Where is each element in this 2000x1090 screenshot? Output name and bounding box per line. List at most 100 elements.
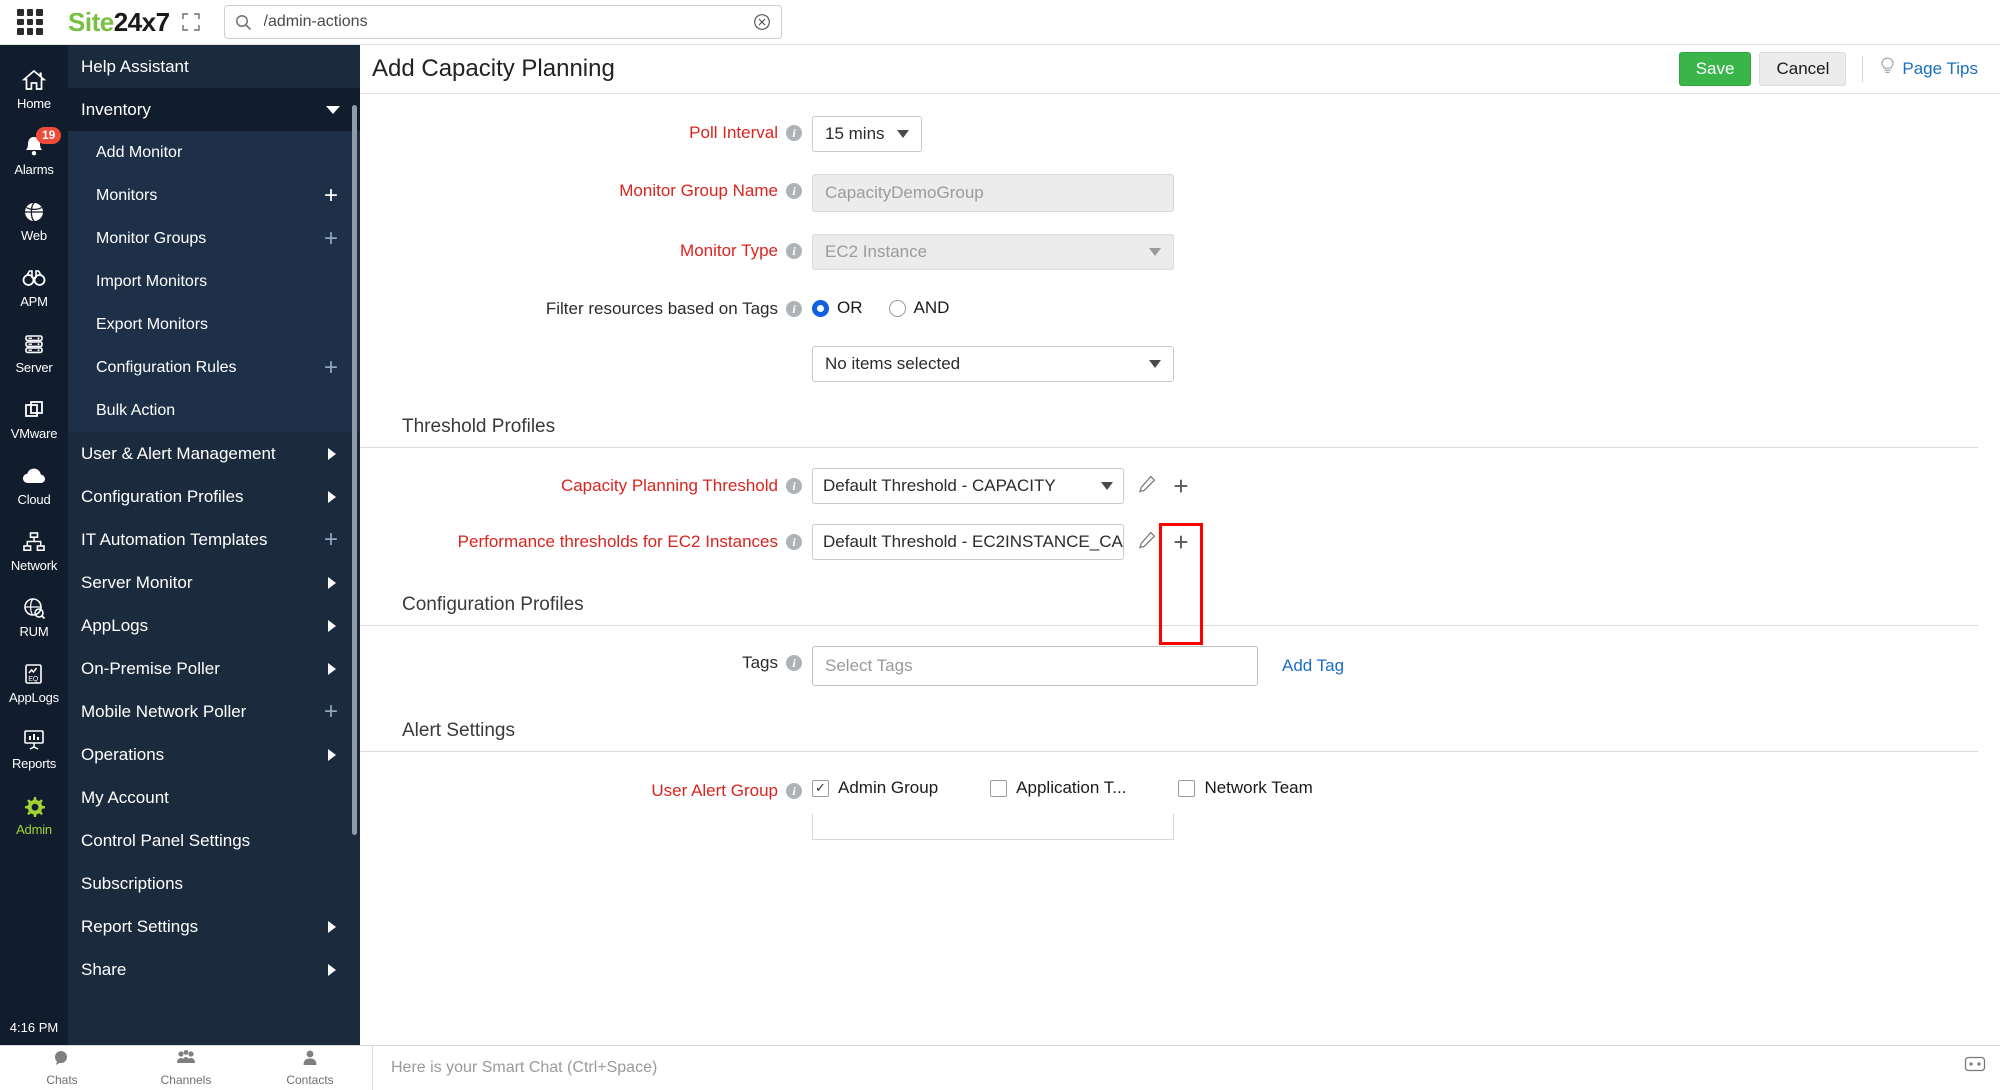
chat-tab-contacts[interactable]: Contacts (248, 1049, 372, 1087)
rail-item-alarms[interactable]: 19Alarms (0, 121, 68, 187)
svg-text:EQ: EQ (28, 676, 39, 683)
sidebar-item-on-premise-poller[interactable]: On-Premise Poller (68, 647, 360, 690)
rail-item-label: VMware (11, 426, 57, 441)
monitor-group-name-input[interactable]: CapacityDemoGroup (812, 174, 1174, 212)
info-icon[interactable]: i (786, 783, 802, 799)
sidebar-item-export-monitors[interactable]: Export Monitors (68, 303, 360, 346)
sidebar-item-help-assistant[interactable]: Help Assistant (68, 45, 360, 88)
rail-item-server[interactable]: Server (0, 319, 68, 385)
capacity-planning-threshold-select[interactable]: Default Threshold - CAPACITY (812, 468, 1124, 504)
page-tips-link[interactable]: Page Tips (1902, 59, 1978, 79)
subnav-scrollbar[interactable] (352, 105, 357, 835)
field-tags: Tags i Select Tags Add Tag (360, 646, 2000, 686)
rail-item-home[interactable]: Home (0, 55, 68, 121)
sidebar-item-add-monitor[interactable]: Add Monitor (68, 131, 360, 174)
sidebar-item-inventory[interactable]: Inventory (68, 88, 360, 131)
add-icon[interactable]: + (324, 533, 338, 547)
info-icon[interactable]: i (786, 301, 802, 317)
sidebar-item-share[interactable]: Share (68, 948, 360, 991)
rail-item-network[interactable]: Network (0, 517, 68, 583)
monitor-type-select[interactable]: EC2 Instance (812, 234, 1174, 270)
add-icon[interactable]: + (324, 705, 338, 719)
sidebar-item-applogs[interactable]: AppLogs (68, 604, 360, 647)
tag-filter-select[interactable]: No items selected (812, 346, 1174, 382)
chat-tab-chats[interactable]: Chats (0, 1049, 124, 1087)
expand-icon[interactable] (180, 11, 202, 33)
sidebar-item-user-alert-management[interactable]: User & Alert Management (68, 432, 360, 475)
chevron-down-icon (1149, 248, 1161, 256)
add-icon[interactable]: + (324, 361, 338, 375)
sidebar-item-monitor-groups[interactable]: Monitor Groups + (68, 217, 360, 260)
sidebar-item-label: Add Monitor (96, 144, 182, 162)
radio-or[interactable] (812, 300, 829, 317)
rail-item-applogs[interactable]: EQAppLogs (0, 649, 68, 715)
page-title: Add Capacity Planning (372, 55, 1679, 83)
search-input[interactable] (262, 12, 753, 32)
channels-icon (175, 1049, 197, 1072)
rail-item-label: Server (15, 360, 52, 375)
sidebar-item-import-monitors[interactable]: Import Monitors (68, 260, 360, 303)
rail-item-reports[interactable]: Reports (0, 715, 68, 781)
sidebar-item-monitors[interactable]: Monitors+ (68, 174, 360, 217)
clear-search-icon[interactable] (753, 13, 771, 31)
sidebar-item-server-monitor[interactable]: Server Monitor (68, 561, 360, 604)
sidebar-item-operations[interactable]: Operations (68, 733, 360, 776)
rail-item-admin[interactable]: Admin (0, 781, 68, 847)
home-icon (21, 66, 47, 92)
sidebar-item-label: Monitor Groups (96, 230, 206, 248)
rail-item-cloud[interactable]: Cloud (0, 451, 68, 517)
alert-group-dropdown-edge[interactable] (812, 814, 1174, 840)
tag-filter-value: No items selected (825, 354, 960, 374)
sidebar-item-it-automation-templates[interactable]: IT Automation Templates+ (68, 518, 360, 561)
info-icon[interactable]: i (786, 243, 802, 259)
sidebar-item-bulk-action[interactable]: Bulk Action (68, 389, 360, 432)
checkbox-application-t[interactable] (990, 780, 1007, 797)
save-button[interactable]: Save (1679, 52, 1752, 86)
edit-pencil-icon[interactable] (1138, 475, 1164, 498)
info-icon[interactable]: i (786, 534, 802, 550)
info-icon[interactable]: i (786, 183, 802, 199)
sidebar-item-configuration-profiles[interactable]: Configuration Profiles (68, 475, 360, 518)
sidebar-item-label: Share (81, 960, 126, 980)
app-grid-icon[interactable] (17, 9, 43, 35)
add-capacity-threshold-button[interactable]: + (1164, 469, 1198, 503)
sidebar-item-report-settings[interactable]: Report Settings (68, 905, 360, 948)
radio-and[interactable] (889, 300, 906, 317)
sidebar-item-mobile-network-poller[interactable]: Mobile Network Poller+ (68, 690, 360, 733)
edit-pencil-icon[interactable] (1138, 531, 1164, 554)
performance-threshold-select[interactable]: Default Threshold - EC2INSTANCE_CAPACITY (812, 524, 1124, 560)
field-capacity-planning-threshold: Capacity Planning Threshold i Default Th… (360, 468, 2000, 504)
site24x7-logo[interactable]: Site24x7 (68, 7, 170, 38)
add-performance-threshold-button[interactable]: + (1164, 525, 1198, 559)
sidebar-item-subscriptions[interactable]: Subscriptions (68, 862, 360, 905)
search-bar[interactable] (224, 5, 782, 39)
poll-interval-select[interactable]: 15 mins (812, 116, 922, 152)
cancel-button[interactable]: Cancel (1759, 52, 1846, 86)
info-icon[interactable]: i (786, 125, 802, 141)
rail-item-vmware[interactable]: VMware (0, 385, 68, 451)
rail-item-web[interactable]: Web (0, 187, 68, 253)
sidebar-item-control-panel-settings[interactable]: Control Panel Settings (68, 819, 360, 862)
applogs-icon: EQ (21, 660, 47, 686)
add-tag-link[interactable]: Add Tag (1282, 656, 1344, 676)
info-icon[interactable]: i (786, 655, 802, 671)
field-monitor-group-name: Monitor Group Name i CapacityDemoGroup (360, 174, 2000, 212)
lightbulb-icon (1879, 57, 1896, 81)
sidebar-item-configuration-rules[interactable]: Configuration Rules+ (68, 346, 360, 389)
rail-item-rum[interactable]: RUM (0, 583, 68, 649)
smart-chat-input[interactable]: Here is your Smart Chat (Ctrl+Space) (372, 1046, 1964, 1090)
info-icon[interactable]: i (786, 478, 802, 494)
sidebar-item-my-account[interactable]: My Account (68, 776, 360, 819)
section-threshold-profiles: Threshold Profiles (360, 416, 1978, 448)
monitor-type-label: Monitor Type i (360, 234, 812, 261)
add-icon[interactable]: + (324, 189, 338, 203)
chat-settings-icon[interactable] (1964, 1055, 1986, 1080)
chat-tab-channels[interactable]: Channels (124, 1049, 248, 1087)
checkbox-admin-group[interactable]: ✓ (812, 780, 829, 797)
chevron-right-icon (328, 964, 336, 976)
add-icon[interactable]: + (324, 232, 338, 246)
checkbox-network-team[interactable] (1178, 780, 1195, 797)
header-divider (1862, 56, 1863, 82)
tags-input[interactable]: Select Tags (812, 646, 1258, 686)
rail-item-apm[interactable]: APM (0, 253, 68, 319)
